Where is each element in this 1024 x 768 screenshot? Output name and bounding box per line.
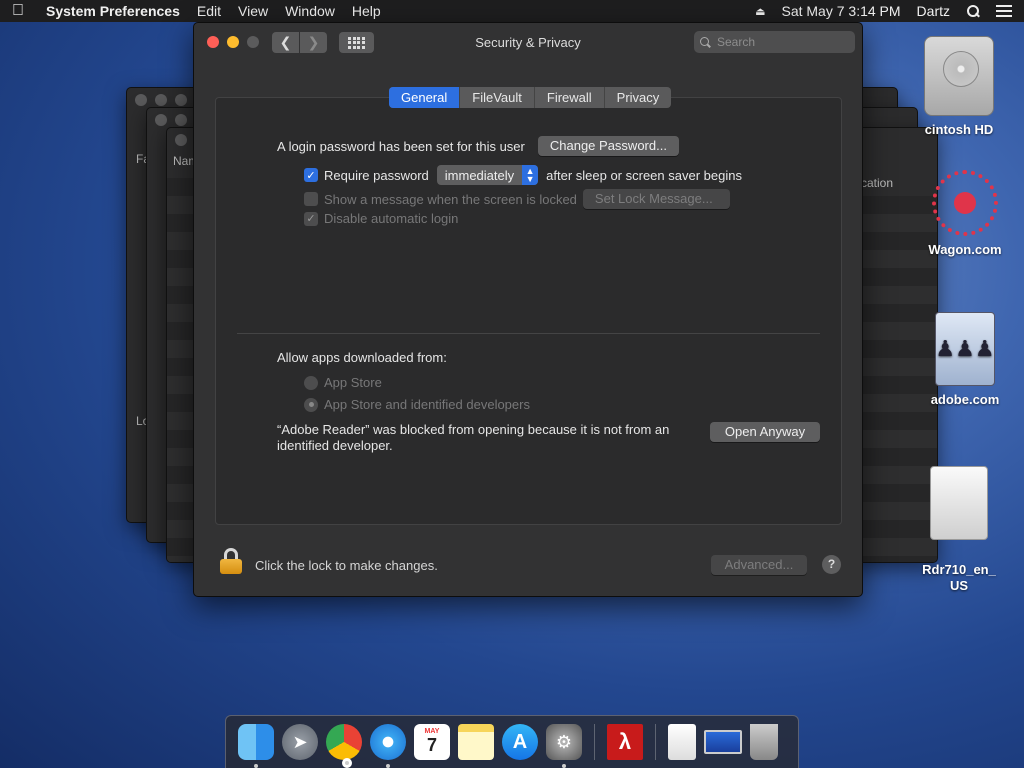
desktop-icon-macintosh-hd[interactable]: cintosh HD	[914, 36, 1004, 137]
menu-bar:  System Preferences Edit View Window He…	[0, 0, 1024, 22]
set-lock-message-button[interactable]: Set Lock Message...	[582, 189, 730, 209]
desktop-icon-label: cintosh HD	[924, 122, 994, 137]
blocked-message-line-2: identified developer.	[277, 438, 393, 453]
spotlight-search-icon[interactable]	[966, 4, 980, 18]
dock-separator	[655, 724, 656, 760]
general-panel: A login password has been set for this u…	[215, 97, 842, 525]
change-password-button[interactable]: Change Password...	[537, 136, 679, 156]
dock-acrobat-icon[interactable]: λ	[607, 724, 643, 760]
blocked-message-line-1: “Adobe Reader” was blocked from opening …	[277, 422, 670, 437]
allow-apps-label: Allow apps downloaded from:	[277, 350, 447, 365]
menu-clock[interactable]: Sat May 7 3:14 PM	[781, 3, 900, 19]
menu-view[interactable]: View	[238, 3, 268, 19]
tab-filevault[interactable]: FileVault	[460, 87, 535, 108]
radio-identified-row: App Store and identified developers	[304, 397, 530, 412]
menu-bar-extras: ⏏ Sat May 7 3:14 PM Dartz	[739, 3, 1012, 19]
notification-center-icon[interactable]	[996, 5, 1012, 17]
open-anyway-button[interactable]: Open Anyway	[710, 422, 820, 442]
tab-privacy[interactable]: Privacy	[605, 87, 672, 108]
lock-hint-text: Click the lock to make changes.	[255, 558, 438, 573]
hard-drive-icon	[924, 36, 994, 116]
advanced-button[interactable]: Advanced...	[711, 555, 807, 575]
require-password-delay-select[interactable]: immediately ▲ ▼	[436, 165, 539, 185]
help-button[interactable]: ?	[822, 555, 841, 574]
menu-help[interactable]: Help	[352, 3, 381, 19]
radio-identified-developers[interactable]	[304, 397, 318, 412]
calendar-month: MAY	[424, 728, 440, 735]
dock-document-icon[interactable]	[668, 724, 696, 760]
dock: ➤ MAY 7 A ⚙ λ	[225, 715, 799, 768]
dock-finder-icon[interactable]	[238, 724, 274, 768]
tab-firewall[interactable]: Firewall	[535, 87, 605, 108]
show-message-row: Show a message when the screen is locked…	[304, 189, 730, 209]
menu-user[interactable]: Dartz	[917, 3, 950, 19]
show-message-checkbox[interactable]	[304, 192, 318, 206]
show-message-label: Show a message when the screen is locked	[324, 191, 577, 207]
desktop-icon-adobe[interactable]: ♟♟♟ adobe.com	[920, 312, 1010, 407]
eject-icon[interactable]: ⏏	[755, 5, 765, 18]
dock-safari-icon[interactable]	[370, 724, 406, 768]
dock-launchpad-icon[interactable]: ➤	[282, 724, 318, 760]
title-bar[interactable]: ❮ ❯ Security & Privacy	[194, 23, 862, 63]
disk-image-icon	[930, 466, 988, 540]
calendar-day: 7	[426, 735, 437, 755]
radio-app-store[interactable]	[304, 375, 318, 390]
checkmark-icon: ✓	[306, 169, 316, 182]
desktop-icon-label: Rdr710_en_ US	[922, 562, 996, 593]
after-sleep-text: after sleep or screen saver begins	[546, 167, 742, 183]
menu-app-name[interactable]: System Preferences	[46, 3, 180, 19]
dock-notes-icon[interactable]	[458, 724, 494, 760]
allow-apps-label-row: Allow apps downloaded from:	[277, 350, 447, 365]
section-divider	[237, 333, 820, 334]
lock-icon[interactable]	[220, 548, 242, 574]
background-window-label-cation: cation	[861, 176, 894, 190]
people-folder-icon: ♟♟♟	[935, 312, 995, 386]
search-input[interactable]	[717, 35, 847, 49]
dock-system-preferences-icon[interactable]: ⚙	[546, 724, 582, 768]
security-privacy-window: ❮ ❯ Security & Privacy General FileVault…	[193, 22, 863, 597]
dock-separator	[594, 724, 595, 760]
blocked-app-message: “Adobe Reader” was blocked from opening …	[277, 422, 669, 454]
disable-auto-login-label: Disable automatic login	[324, 211, 459, 226]
menu-window[interactable]: Window	[285, 3, 335, 19]
disable-auto-login-row: ✓ Disable automatic login	[304, 211, 458, 226]
apple-menu-icon[interactable]: 	[12, 2, 28, 20]
disable-auto-login-checkbox[interactable]: ✓	[304, 211, 318, 226]
desktop-icon-label: Wagon.com	[928, 242, 1002, 257]
desktop-icon-wagon[interactable]: Wagon.com	[920, 170, 1010, 257]
dock-screen-icon[interactable]	[704, 730, 742, 754]
dock-app-store-icon[interactable]: A	[502, 724, 538, 760]
radio-app-store-row: App Store	[304, 375, 382, 390]
dock-trash-icon[interactable]	[750, 724, 778, 760]
dock-chrome-icon[interactable]	[326, 724, 362, 768]
login-password-row: A login password has been set for this u…	[277, 136, 679, 156]
desktop-icon-label: adobe.com	[930, 392, 1000, 407]
chevron-up-down-icon: ▲ ▼	[522, 165, 539, 185]
tab-bar: General FileVault Firewall Privacy	[389, 87, 672, 108]
checkmark-icon: ✓	[306, 213, 316, 225]
require-password-delay-value: immediately	[444, 167, 515, 183]
desktop-icon-adobe-reader-dmg[interactable]: Rdr710_en_ US	[914, 450, 1004, 594]
login-password-text: A login password has been set for this u…	[277, 138, 525, 154]
menu-edit[interactable]: Edit	[197, 3, 221, 19]
require-password-label: Require password	[324, 167, 429, 183]
require-password-checkbox[interactable]: ✓	[304, 168, 318, 182]
radio-identified-label: App Store and identified developers	[324, 397, 530, 412]
atom-icon	[932, 170, 998, 236]
tab-general[interactable]: General	[389, 87, 461, 108]
search-field[interactable]	[694, 31, 855, 53]
search-icon	[700, 36, 711, 48]
require-password-row: ✓ Require password immediately ▲ ▼ after …	[304, 165, 742, 185]
radio-app-store-label: App Store	[324, 375, 382, 390]
dock-calendar-icon[interactable]: MAY 7	[414, 724, 450, 760]
